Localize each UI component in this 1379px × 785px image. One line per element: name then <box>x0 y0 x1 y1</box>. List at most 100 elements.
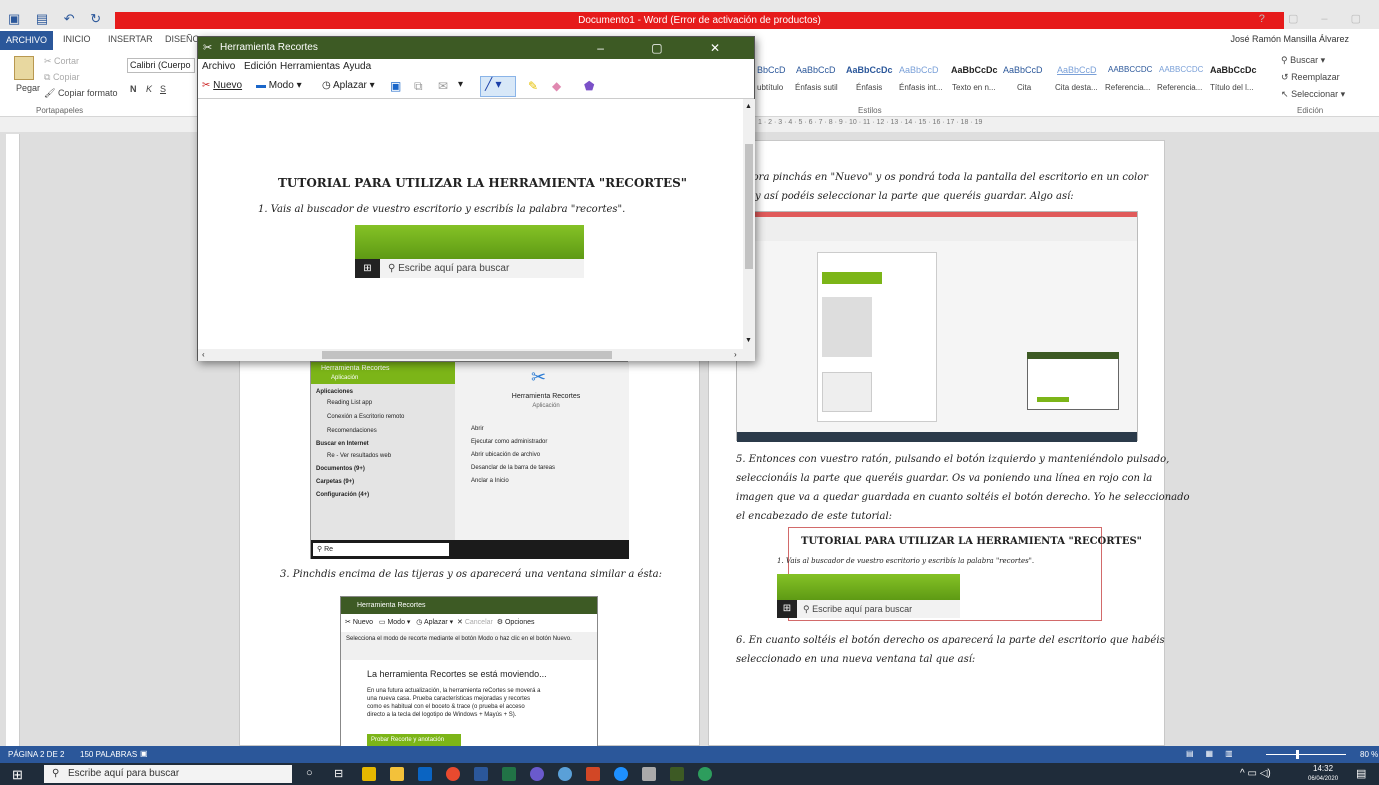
send-dropdown[interactable]: ▾ <box>458 79 463 90</box>
chrome-icon[interactable] <box>446 767 460 781</box>
snip-window-controls[interactable]: – ▢ ✕ <box>597 37 742 59</box>
snipping-tool-icon[interactable] <box>670 767 684 781</box>
view-buttons[interactable]: ▤▦▥ <box>1186 749 1245 758</box>
tab-insertar[interactable]: INSERTAR <box>108 34 153 44</box>
underline-button[interactable]: S <box>160 84 166 94</box>
word-count[interactable]: 150 PALABRAS <box>80 750 137 759</box>
find-button[interactable]: ⚲ Buscar ▾ <box>1281 55 1325 66</box>
italic-button[interactable]: K <box>146 84 152 94</box>
style-sample[interactable]: AaBbCcD <box>796 65 836 75</box>
style-sample[interactable]: AaBbCcDc <box>846 65 893 75</box>
eraser-icon[interactable]: ◆ <box>552 79 561 93</box>
user-name[interactable]: José Ramón Mansilla Álvarez <box>1230 34 1349 44</box>
copy-button[interactable]: ⧉ Copiar <box>44 72 79 83</box>
style-name: Énfasis <box>856 83 883 92</box>
style-sample[interactable]: AaBbCcDc <box>1210 65 1257 75</box>
windows-taskbar: ⊞ ⚲ Escribe aquí para buscar ○ ⊟ ^ ▭ ◁) 1… <box>0 763 1379 785</box>
zoom-level[interactable]: 80 % <box>1360 750 1378 759</box>
style-name: Énfasis int... <box>899 83 943 92</box>
style-sample[interactable]: AaBbCcD <box>899 65 939 75</box>
mode-button[interactable]: ▬ Modo ▾ <box>256 80 302 91</box>
paste-icon[interactable] <box>14 56 34 80</box>
zoom-slider[interactable] <box>1266 754 1346 755</box>
menu-herramientas[interactable]: Herramientas <box>280 61 340 72</box>
snip-hscroll[interactable]: ‹ › <box>198 349 755 361</box>
store-icon[interactable] <box>362 767 376 781</box>
snip-title-bar[interactable]: ✂ Herramienta Recortes – ▢ ✕ <box>198 37 754 59</box>
snip-title: Herramienta Recortes <box>220 42 318 53</box>
cortana-icon[interactable]: ○ <box>306 767 320 781</box>
page-count[interactable]: PÁGINA 2 DE 2 <box>8 750 64 759</box>
style-sample[interactable]: AaBbCcD <box>1003 65 1043 75</box>
snip-canvas[interactable]: TUTORIAL PARA UTILIZAR LA HERRAMIENTA "R… <box>198 99 743 349</box>
bold-button[interactable]: N <box>130 84 137 94</box>
app-icon[interactable] <box>558 767 572 781</box>
style-sample[interactable]: AaBbCcDc <box>951 65 998 75</box>
clock[interactable]: 14:32 06/04/2020 <box>1308 764 1338 784</box>
start-right-title: Herramienta Recortes <box>511 393 581 400</box>
step3-text: 3. Pinchdis encima de las tijeras y os a… <box>280 569 662 580</box>
windows-icon: ⊞ <box>355 259 380 278</box>
menu-edicion[interactable]: Edición <box>244 61 277 72</box>
replace-button[interactable]: ↺ Reemplazar <box>1281 72 1340 83</box>
start-folders: Carpetas (9+) <box>316 479 355 485</box>
style-sample[interactable]: AABBCCDC <box>1159 65 1203 74</box>
quick-access-toolbar[interactable]: ▣ ▤ ↶ ↻ <box>8 11 107 27</box>
notification-icon[interactable]: ▤ <box>1356 767 1366 780</box>
style-sample[interactable]: BbCcD <box>757 65 786 75</box>
select-button[interactable]: ↖ Seleccionar ▾ <box>1281 89 1345 100</box>
style-name: Texto en n... <box>952 83 996 92</box>
app-icon[interactable] <box>698 767 712 781</box>
start-app-item: Recomendaciones <box>327 428 377 434</box>
style-name: Cita desta... <box>1055 83 1098 92</box>
snip-vscroll[interactable]: ▲ ▼ <box>743 99 755 349</box>
font-name-box[interactable]: Calibri (Cuerpo <box>127 58 195 73</box>
document-page-right[interactable]: Ahora pinchás en "Nuevo" y os pondrá tod… <box>708 140 1190 746</box>
pen-icon[interactable]: ╱ ▾ <box>480 76 516 97</box>
cut-button[interactable]: ✂ Cortar <box>44 56 79 67</box>
send-icon[interactable]: ✉ <box>438 79 448 93</box>
outlook-icon[interactable] <box>418 767 432 781</box>
calculator-icon[interactable] <box>642 767 656 781</box>
new-button[interactable]: ✂ Nuevo <box>202 80 242 91</box>
menu-ayuda[interactable]: Ayuda <box>343 61 371 72</box>
menu-archivo[interactable]: Archivo <box>202 61 235 72</box>
taskbar-search[interactable]: ⚲ Escribe aquí para buscar <box>44 765 292 783</box>
scissors-icon: ✂ <box>202 80 211 91</box>
word-icon[interactable] <box>474 767 488 781</box>
tab-diseno[interactable]: DISEÑO <box>165 34 200 44</box>
delay-button[interactable]: ◷ Aplazar ▾ <box>322 80 375 91</box>
copy-icon[interactable]: ⧉ <box>414 79 423 94</box>
app-icon[interactable] <box>530 767 544 781</box>
paste-button[interactable]: Pegar <box>16 83 40 93</box>
tray-icons[interactable]: ^ ▭ ◁) <box>1240 768 1271 779</box>
snip2-msg: Selecciona el modo de recorte mediante e… <box>341 632 597 660</box>
vertical-ruler[interactable] <box>6 134 20 746</box>
explorer-icon[interactable] <box>390 767 404 781</box>
edge-icon[interactable] <box>614 767 628 781</box>
excel-icon[interactable] <box>502 767 516 781</box>
save-icon[interactable]: ▣ <box>390 79 401 93</box>
task-view-icon[interactable]: ⊟ <box>334 767 348 781</box>
tab-archivo[interactable]: ARCHIVO <box>0 31 53 50</box>
step5-text: seleccionáis la parte que queréis guarda… <box>736 473 1153 484</box>
style-name: Cita <box>1017 83 1032 92</box>
style-sample[interactable]: AABBCCDC <box>1108 65 1152 74</box>
window-controls[interactable]: ? ▢ – ▢ <box>1259 12 1371 25</box>
proofing-icon[interactable]: ▣ <box>140 749 148 758</box>
powerpoint-icon[interactable] <box>586 767 600 781</box>
scissors-icon: ✂ <box>531 367 547 387</box>
start-web-item: Re - Ver resultados web <box>327 453 392 459</box>
snip-menu-bar: Archivo Edición Herramientas Ayuda <box>198 59 754 75</box>
start-button[interactable]: ⊞ <box>12 767 23 783</box>
paint3d-icon[interactable]: ⬟ <box>584 79 594 93</box>
binoculars-icon: ⚲ <box>1281 55 1288 65</box>
highlighter-icon[interactable]: ✎ <box>528 79 538 93</box>
zoom-thumb[interactable] <box>1296 750 1299 759</box>
snipping-tool-window[interactable]: ✂ Herramienta Recortes – ▢ ✕ Archivo Edi… <box>197 36 755 361</box>
tab-inicio[interactable]: INICIO <box>63 34 91 44</box>
format-painter-button[interactable]: 🖌 Copiar formato <box>44 88 117 99</box>
style-sample[interactable]: AaBbCcD <box>1057 65 1097 75</box>
start-apps-header: Aplicaciones <box>316 389 354 395</box>
start-action: Ejecutar como administrador <box>471 439 548 445</box>
